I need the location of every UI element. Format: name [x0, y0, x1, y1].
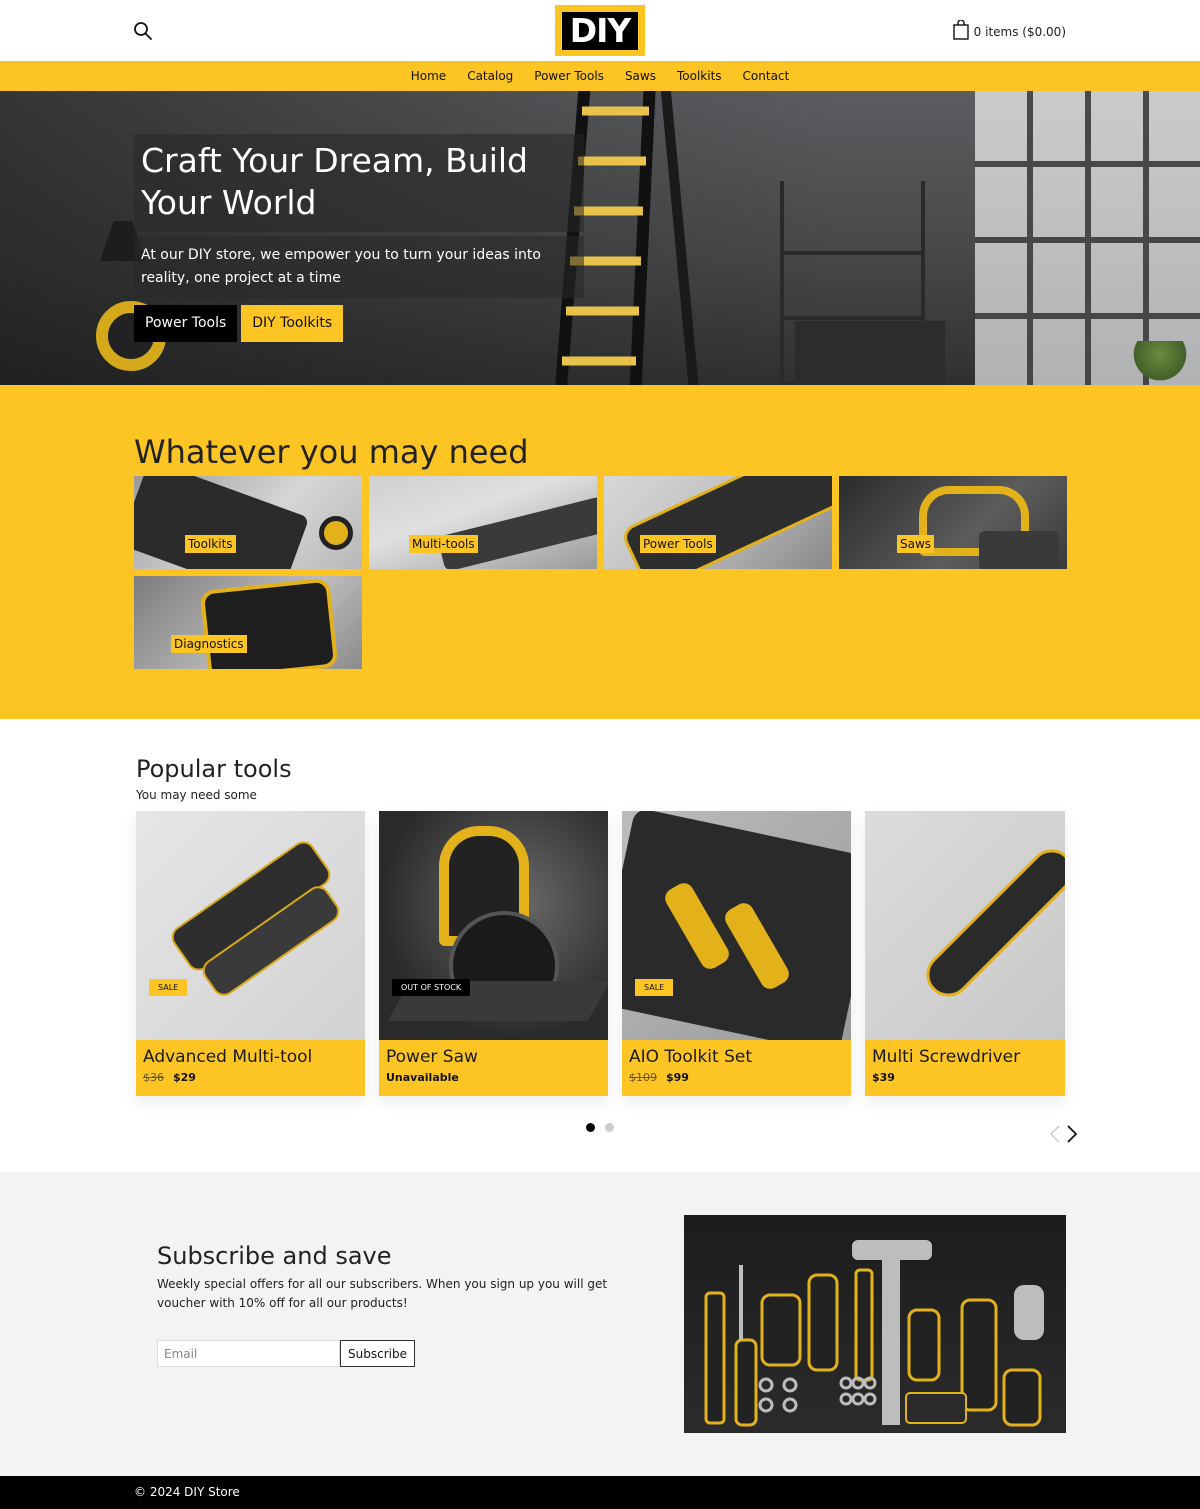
- diy-toolkits-button[interactable]: DIY Toolkits: [241, 305, 344, 342]
- product-image: SALE: [136, 811, 365, 1040]
- popular-tools-section: Popular tools You may need some SALE Adv…: [0, 719, 1200, 1172]
- product-name: Advanced Multi-tool: [143, 1047, 313, 1067]
- category-toolkits[interactable]: Toolkits: [134, 476, 362, 569]
- power-tools-button[interactable]: Power Tools: [134, 305, 238, 342]
- saw-body-image: [979, 531, 1059, 569]
- product-info: Power Saw Unavailable: [379, 1040, 608, 1096]
- original-price: $36: [143, 1071, 164, 1084]
- hero-title-box: Craft Your Dream, Build Your World: [134, 134, 584, 232]
- category-label: Diagnostics: [171, 635, 247, 653]
- hero-banner: Craft Your Dream, Build Your World At ou…: [0, 91, 1200, 385]
- category-grid: Toolkits Multi-tools Power Tools Saws Di…: [134, 476, 1067, 669]
- multitool-image: [437, 495, 597, 569]
- nav-toolkits[interactable]: Toolkits: [677, 69, 722, 83]
- cart-button[interactable]: 0 items ($0.00): [952, 19, 1066, 43]
- subscribe-button[interactable]: Subscribe: [340, 1340, 415, 1367]
- popular-title: Popular tools: [136, 755, 292, 783]
- hero-cabinet-image: [795, 321, 945, 385]
- diagnostic-device-image: [199, 577, 339, 669]
- product-name: Power Saw: [386, 1047, 478, 1067]
- product-carousel: SALE Advanced Multi-tool $36 $29 OUT OF …: [136, 811, 1065, 1096]
- subscribe-section: Subscribe and save Weekly special offers…: [0, 1172, 1200, 1476]
- popular-subtitle: You may need some: [136, 788, 257, 802]
- category-multi-tools[interactable]: Multi-tools: [369, 476, 597, 569]
- chevron-right-icon[interactable]: [1066, 1125, 1078, 1147]
- copyright-text: © 2024 DIY Store: [134, 1485, 240, 1499]
- site-header: DIY 0 items ($0.00): [0, 0, 1200, 61]
- categories-section: Whatever you may need Toolkits Multi-too…: [0, 385, 1200, 719]
- product-card[interactable]: OUT OF STOCK Power Saw Unavailable: [379, 811, 608, 1096]
- sale-badge: SALE: [149, 979, 188, 996]
- hero-buttons: Power Tools DIY Toolkits: [134, 305, 584, 342]
- tape-measure-image: [319, 516, 353, 550]
- email-input[interactable]: [157, 1340, 340, 1367]
- main-nav: Home Catalog Power Tools Saws Toolkits C…: [0, 61, 1200, 91]
- product-info: Advanced Multi-tool $36 $29: [136, 1040, 365, 1096]
- sale-badge: SALE: [635, 979, 674, 996]
- out-of-stock-badge: OUT OF STOCK: [392, 979, 471, 996]
- product-price: $109 $99: [629, 1071, 844, 1084]
- sale-price: $29: [173, 1071, 196, 1084]
- product-price: $39: [872, 1071, 1058, 1084]
- site-footer: © 2024 DIY Store: [0, 1476, 1200, 1509]
- original-price: $109: [629, 1071, 657, 1084]
- product-info: AIO Toolkit Set $109 $99: [622, 1040, 851, 1096]
- chevron-left-icon[interactable]: [1049, 1125, 1061, 1147]
- cart-summary: 0 items ($0.00): [973, 24, 1066, 39]
- subscribe-title: Subscribe and save: [157, 1242, 392, 1270]
- drill-image: [619, 476, 832, 569]
- hero-plant-image: [1130, 341, 1190, 385]
- product-price: Unavailable: [386, 1071, 601, 1084]
- product-image: [865, 811, 1065, 1040]
- nav-catalog[interactable]: Catalog: [467, 69, 513, 83]
- search-icon[interactable]: [133, 21, 153, 41]
- site-logo[interactable]: DIY: [555, 5, 645, 56]
- tools-collection-image: [684, 1215, 1066, 1433]
- product-price: $36 $29: [143, 1071, 358, 1084]
- nav-power-tools[interactable]: Power Tools: [534, 69, 604, 83]
- nav-home[interactable]: Home: [411, 69, 446, 83]
- product-name: AIO Toolkit Set: [629, 1047, 753, 1067]
- toolkit-case-image: [134, 476, 310, 569]
- product-card[interactable]: SALE AIO Toolkit Set $109 $99: [622, 811, 851, 1096]
- hero-subtitle-box: At our DIY store, we empower you to turn…: [134, 236, 584, 298]
- category-label: Power Tools: [640, 535, 716, 553]
- product-info: Multi Screwdriver $39: [865, 1040, 1065, 1096]
- logo-text: DIY: [562, 11, 638, 50]
- product-card[interactable]: SALE Advanced Multi-tool $36 $29: [136, 811, 365, 1096]
- category-saws[interactable]: Saws: [839, 476, 1067, 569]
- hero-subtitle: At our DIY store, we empower you to turn…: [141, 247, 541, 286]
- category-label: Toolkits: [185, 535, 236, 553]
- pagination-dot-active[interactable]: [586, 1123, 595, 1132]
- subscribe-description: Weekly special offers for all our subscr…: [157, 1277, 608, 1310]
- category-power-tools[interactable]: Power Tools: [604, 476, 832, 569]
- product-price-value: $39: [872, 1071, 895, 1084]
- categories-title: Whatever you may need: [134, 433, 529, 471]
- category-label: Multi-tools: [409, 535, 478, 553]
- category-label: Saws: [897, 535, 935, 553]
- pagination-dot[interactable]: [605, 1123, 614, 1132]
- hero-title: Craft Your Dream, Build Your World: [141, 141, 528, 222]
- nav-contact[interactable]: Contact: [743, 69, 790, 83]
- hero-copy: Craft Your Dream, Build Your World At ou…: [134, 134, 584, 342]
- product-card[interactable]: Multi Screwdriver $39: [865, 811, 1065, 1096]
- product-image: OUT OF STOCK: [379, 811, 608, 1040]
- sale-price: $99: [666, 1071, 689, 1084]
- availability-status: Unavailable: [386, 1071, 459, 1084]
- shopping-bag-icon: [952, 19, 969, 43]
- nav-saws[interactable]: Saws: [625, 69, 656, 83]
- product-image: SALE: [622, 811, 851, 1040]
- category-diagnostics[interactable]: Diagnostics: [134, 576, 362, 669]
- product-name: Multi Screwdriver: [872, 1047, 1021, 1067]
